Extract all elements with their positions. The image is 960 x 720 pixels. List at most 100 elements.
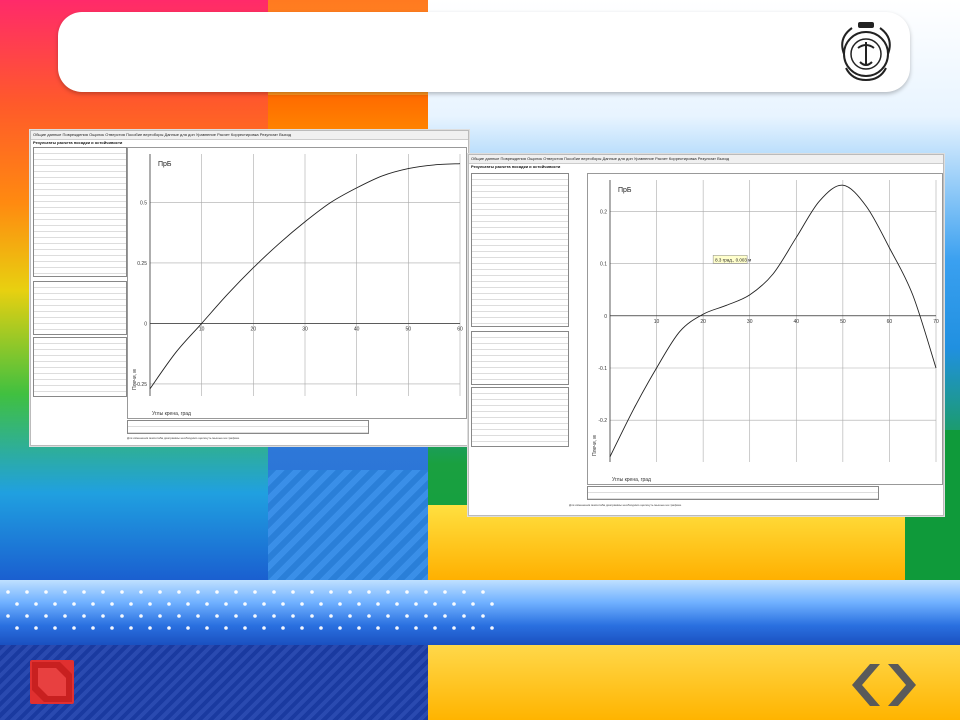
menu-item[interactable]: Выход — [717, 156, 729, 161]
slide-title-box — [58, 12, 910, 92]
band-dot — [329, 614, 333, 618]
menu-item[interactable]: Ощилок — [89, 132, 104, 137]
menu-item[interactable]: Расчет — [655, 156, 668, 161]
chart-label: ПрБ — [618, 187, 632, 194]
band-dot — [310, 590, 314, 594]
band-dot — [205, 626, 209, 630]
band-dot — [414, 626, 418, 630]
x-tick-label: 30 — [747, 319, 753, 325]
band-dot — [405, 590, 409, 594]
angles-table — [587, 486, 879, 500]
menu-item[interactable]: Данные для дон — [602, 156, 632, 161]
y-axis-label: Плечи, м — [132, 369, 138, 390]
x-tick-label: 70 — [933, 319, 939, 325]
chart-svg: 10 20 30 40 50 60-0.2500.250.5ПрБУглы крена, … — [132, 154, 463, 417]
band-dot — [376, 626, 380, 630]
band-dot — [281, 626, 285, 630]
band-dot — [338, 626, 342, 630]
y-tick-label: -0.1 — [598, 366, 607, 372]
menu-item[interactable]: Отверстия — [105, 132, 125, 137]
band-dot — [215, 614, 219, 618]
band-dot — [120, 614, 124, 618]
menu-item[interactable]: Результат — [698, 156, 716, 161]
band-dot — [462, 614, 466, 618]
band-dot — [414, 602, 418, 606]
band-dot — [158, 614, 162, 618]
menu-item[interactable]: Общие данные — [471, 156, 499, 161]
band-dot — [25, 614, 29, 618]
band-dot — [348, 614, 352, 618]
band-dot — [452, 626, 456, 630]
limits-table — [33, 337, 127, 397]
x-tick-label: 10 — [654, 319, 660, 325]
menu-item[interactable]: Общие данные — [33, 132, 61, 137]
background-pattern — [268, 470, 428, 580]
band-dot — [281, 602, 285, 606]
chevrons-icon — [852, 664, 916, 706]
band-dot — [129, 602, 133, 606]
chart-note: Для изменения масштаба диаграммы необход… — [127, 436, 240, 440]
menu-item[interactable]: Уравнение — [196, 132, 216, 137]
menu-item[interactable]: Отверстия — [543, 156, 563, 161]
imo-emblem-icon — [832, 18, 900, 86]
x-tick-label: 60 — [457, 326, 463, 332]
menu-item[interactable]: Корректировка — [231, 132, 259, 137]
x-axis-label: Углы крена, град — [152, 411, 191, 417]
x-tick-label: 10 — [199, 326, 205, 332]
menu-item[interactable]: Повреждения — [62, 132, 87, 137]
menu-item[interactable]: Результат — [260, 132, 278, 137]
x-tick-label: 60 — [887, 319, 893, 325]
x-tick-label: 50 — [840, 319, 846, 325]
band-dot — [148, 626, 152, 630]
band-dot — [91, 602, 95, 606]
annotation-text: 8.3 град., 0.003 м — [715, 257, 751, 262]
band-dot — [139, 590, 143, 594]
results-table — [33, 147, 127, 277]
screenshot-window-2: Общие данные Повреждения Ощилок Отверсти… — [468, 154, 944, 516]
band-dot — [253, 590, 257, 594]
table-row — [128, 427, 368, 433]
band-dot — [167, 626, 171, 630]
band-dot — [452, 602, 456, 606]
window-heading: Результаты расчета посадки и остойчивост… — [471, 164, 561, 169]
band-dot — [82, 590, 86, 594]
band-dot — [177, 614, 181, 618]
band-dot — [443, 590, 447, 594]
band-dot — [367, 590, 371, 594]
band-dot — [186, 602, 190, 606]
chart-label: ПрБ — [158, 161, 172, 168]
band-dot — [6, 614, 10, 618]
stability-chart-2[interactable]: 10 20 30 40 50 60 70 -0.2 -0.1 0 0.1 0.2 ПрБ Углы кре… — [587, 173, 943, 485]
band-dot — [34, 602, 38, 606]
menu-item[interactable]: Пособие вертоборы — [564, 156, 601, 161]
band-dot — [490, 626, 494, 630]
diagram-table — [471, 331, 569, 385]
background-yellow — [428, 505, 960, 580]
band-dot — [158, 590, 162, 594]
menu-item[interactable]: Выход — [279, 132, 291, 137]
menu-item[interactable]: Корректировка — [669, 156, 697, 161]
band-dot — [272, 614, 276, 618]
band-dot — [101, 590, 105, 594]
menu-item[interactable]: Уравнение — [634, 156, 654, 161]
band-dot — [215, 590, 219, 594]
menu-item[interactable]: Ощилок — [527, 156, 542, 161]
band-dot — [462, 590, 466, 594]
band-dots — [6, 590, 494, 630]
stability-chart-1[interactable]: 10 20 30 40 50 60 -0.25 0 0.25 0.5 ПрБ Углы крена, … — [127, 147, 467, 419]
band-dot — [72, 602, 76, 606]
menu-item[interactable]: Пособие вертоборы — [126, 132, 163, 137]
band-dot — [433, 626, 437, 630]
menu-item[interactable]: Повреждения — [500, 156, 525, 161]
y-tick-label: 0.1 — [600, 262, 607, 268]
band-dot — [224, 602, 228, 606]
menu-item[interactable]: Расчет — [217, 132, 230, 137]
table-row — [472, 318, 568, 324]
navigation-arrows[interactable] — [846, 662, 922, 708]
diagonal-arrow-icon — [32, 662, 72, 702]
y-tick-label: -0.2 — [598, 418, 607, 424]
x-tick-label: 20 — [700, 319, 706, 325]
band-dot — [110, 602, 114, 606]
previous-slide-button[interactable] — [30, 660, 74, 704]
menu-item[interactable]: Данные для дон — [164, 132, 194, 137]
